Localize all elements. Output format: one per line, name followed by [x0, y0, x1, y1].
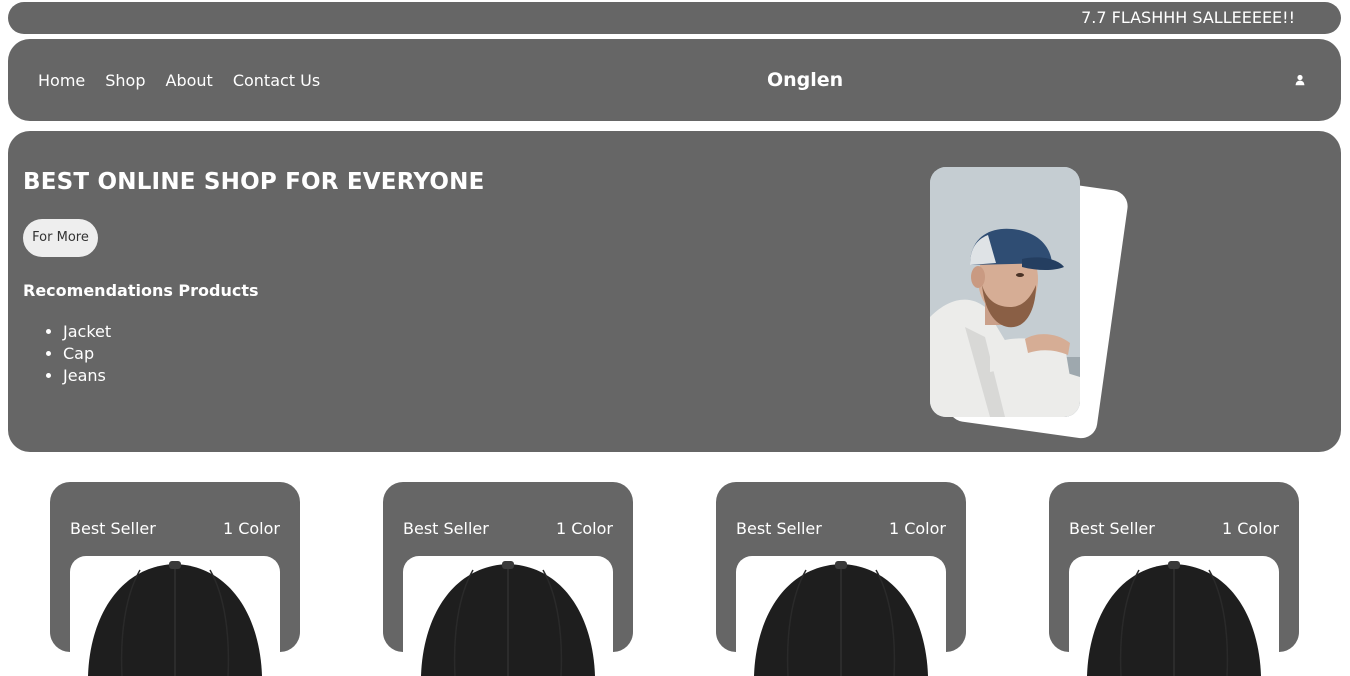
best-seller-badge: Best Seller: [1069, 519, 1155, 538]
black-cap-image: [1069, 556, 1279, 676]
black-cap-image: [70, 556, 280, 676]
black-cap-image: [403, 556, 613, 676]
card-header: Best Seller 1 Color: [1069, 519, 1279, 538]
product-card[interactable]: Best Seller 1 Color: [383, 482, 633, 676]
promo-text: 7.7 FLASHHH SALLEEEEE!!: [1081, 8, 1295, 27]
product-card[interactable]: Best Seller 1 Color: [716, 482, 966, 676]
card-header: Best Seller 1 Color: [736, 519, 946, 538]
color-count: 1 Color: [222, 519, 280, 538]
list-item: Cap: [63, 343, 111, 365]
list-item: Jeans: [63, 365, 111, 387]
card-header: Best Seller 1 Color: [403, 519, 613, 538]
nav-link-contact[interactable]: Contact Us: [233, 71, 320, 90]
hero-section: BEST ONLINE SHOP FOR EVERYONE For More R…: [8, 131, 1341, 452]
recommendations-title: Recomendations Products: [23, 281, 259, 300]
user-icon[interactable]: [1292, 72, 1308, 88]
product-card[interactable]: Best Seller 1 Color: [50, 482, 300, 676]
hero-title: BEST ONLINE SHOP FOR EVERYONE: [23, 169, 485, 195]
for-more-button[interactable]: For More: [23, 219, 98, 257]
navbar: Home Shop About Contact Us Onglen: [8, 39, 1341, 121]
best-seller-badge: Best Seller: [403, 519, 489, 538]
best-seller-badge: Best Seller: [70, 519, 156, 538]
black-cap-image: [736, 556, 946, 676]
hero-photo: [930, 167, 1080, 417]
nav-link-shop[interactable]: Shop: [105, 71, 145, 90]
list-item: Jacket: [63, 321, 111, 343]
recommendations-list: Jacket Cap Jeans: [23, 321, 111, 387]
color-count: 1 Color: [555, 519, 613, 538]
promo-banner: 7.7 FLASHHH SALLEEEEE!!: [8, 2, 1341, 34]
nav-link-home[interactable]: Home: [38, 71, 85, 90]
nav-links: Home Shop About Contact Us: [38, 39, 340, 121]
nav-link-about[interactable]: About: [166, 71, 213, 90]
color-count: 1 Color: [888, 519, 946, 538]
card-header: Best Seller 1 Color: [70, 519, 280, 538]
product-card[interactable]: Best Seller 1 Color: [1049, 482, 1299, 676]
best-seller-badge: Best Seller: [736, 519, 822, 538]
brand-logo[interactable]: Onglen: [767, 39, 843, 121]
color-count: 1 Color: [1221, 519, 1279, 538]
